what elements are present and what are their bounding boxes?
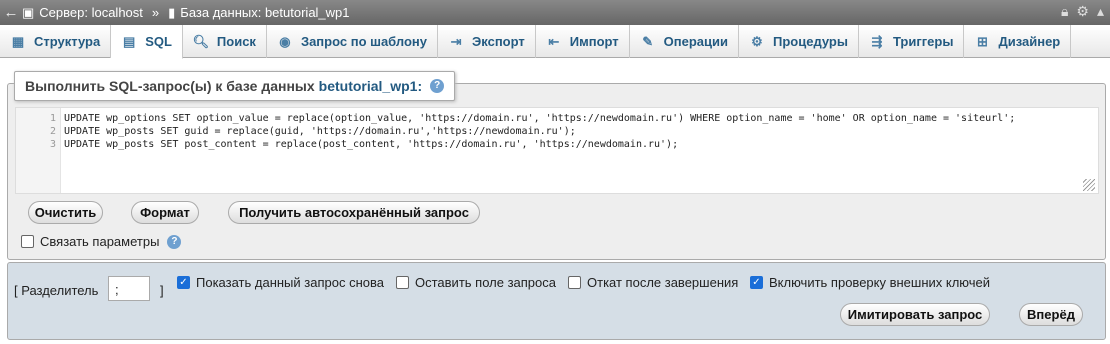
top-breadcrumb-bar: ← ▣ Сервер: localhost » ▮ База данных: b… (0, 0, 1110, 25)
server-icon: ▣ (22, 4, 35, 20)
resize-handle[interactable] (1083, 179, 1095, 191)
sql-icon: ▤ (123, 33, 136, 49)
tab-label: Структура (34, 34, 101, 49)
option-foreign-keys[interactable]: ✓ Включить проверку внешних ключей (750, 275, 990, 290)
tab-label: Импорт (569, 34, 619, 49)
tab-label: Триггеры (892, 34, 954, 49)
query-icon: ◉ (279, 33, 291, 49)
tab-structure[interactable]: ▦ Структура (0, 25, 112, 58)
back-arrow-icon[interactable]: ← (0, 4, 22, 21)
delimiter-label-close: ] (160, 283, 164, 298)
checkbox[interactable] (568, 276, 581, 289)
breadcrumb-database[interactable]: База данных: betutorial_wp1 (180, 5, 349, 20)
tab-label: Операции (663, 34, 728, 49)
delimiter-input[interactable]: ; (108, 276, 150, 301)
line-number-gutter: 1 2 3 (16, 108, 61, 193)
tab-label: Экспорт (472, 34, 525, 49)
tab-search[interactable]: 🔍︎ Поиск (183, 25, 267, 58)
code-line: UPDATE wp_posts SET guid = replace(guid,… (64, 126, 576, 137)
tab-label: Поиск (216, 34, 256, 49)
checkbox[interactable] (21, 235, 34, 248)
option-show-query[interactable]: ✓ Показать данный запрос снова (177, 275, 384, 290)
autosave-button[interactable]: Получить автосохранённый запрос (228, 201, 480, 224)
checkbox-label: Показать данный запрос снова (196, 275, 384, 290)
checkbox-label: Откат после завершения (587, 275, 739, 290)
export-icon: ⇥ (450, 33, 462, 49)
triggers-icon: ⇶ (871, 33, 883, 49)
breadcrumb: ▣ Сервер: localhost » ▮ База данных: bet… (22, 5, 350, 21)
checkbox-label: Связать параметры (40, 234, 160, 249)
tab-designer[interactable]: ⊞ Дизайнер (964, 25, 1072, 58)
tab-sql[interactable]: ▤ SQL (111, 25, 183, 59)
tab-label: Запрос по шаблону (300, 34, 428, 49)
option-rollback[interactable]: Откат после завершения (568, 275, 738, 290)
delimiter-label: [ Разделитель (14, 283, 99, 298)
tab-routines[interactable]: ⚙ Процедуры (739, 25, 859, 58)
lock-icon[interactable]: 🔒︎ (1061, 3, 1068, 20)
sql-editor[interactable]: 1 2 3 UPDATE wp_options SET option_value… (15, 107, 1099, 194)
help-icon[interactable]: ? (167, 234, 182, 249)
help-icon[interactable]: ? (430, 79, 445, 93)
checkbox-checked[interactable]: ✓ (750, 276, 763, 289)
wrench-icon: ✎ (642, 33, 654, 49)
breadcrumb-separator: » (151, 5, 160, 20)
options-bar (7, 262, 1106, 340)
tab-query[interactable]: ◉ Запрос по шаблону (267, 25, 439, 58)
designer-icon: ⊞ (977, 33, 988, 49)
tab-export[interactable]: ⇥ Экспорт (438, 25, 536, 58)
tab-label: Дизайнер (998, 34, 1061, 49)
tab-operations[interactable]: ✎ Операции (630, 25, 739, 58)
breadcrumb-server[interactable]: Сервер: localhost (39, 5, 143, 20)
checkbox-label: Оставить поле запроса (415, 275, 556, 290)
checkbox-label: Включить проверку внешних ключей (769, 275, 991, 290)
bind-params-checkbox[interactable]: Связать параметры ? (21, 234, 182, 249)
line-number: 1 (49, 113, 56, 124)
search-icon: 🔍︎ (192, 33, 210, 49)
main-tabs: ▦ Структура ▤ SQL 🔍︎ Поиск ◉ Запрос по шабло… (0, 25, 1110, 59)
legend-database: betutorial_wp1: (318, 78, 423, 94)
code-line: UPDATE wp_options SET option_value = rep… (64, 113, 1016, 124)
legend-text: Выполнить SQL-запрос(ы) к базе данных (25, 78, 315, 94)
tab-label: SQL (145, 34, 172, 49)
structure-icon: ▦ (11, 33, 25, 49)
tab-triggers[interactable]: ⇶ Триггеры (859, 25, 965, 58)
collapse-icon[interactable]: ▴ (1097, 3, 1104, 20)
tab-label: Процедуры (773, 34, 848, 49)
line-number: 2 (49, 126, 56, 137)
gear-icon[interactable]: ⚙ (1076, 3, 1089, 20)
panel-legend: Выполнить SQL-запрос(ы) к базе данных be… (14, 71, 456, 101)
checkbox-checked[interactable]: ✓ (177, 276, 190, 289)
format-button[interactable]: Формат (131, 201, 199, 224)
code-line: UPDATE wp_posts SET post_content = repla… (64, 139, 679, 150)
option-retain-query[interactable]: Оставить поле запроса (396, 275, 556, 290)
line-number: 3 (49, 139, 56, 150)
routines-icon: ⚙ (751, 33, 763, 49)
checkbox[interactable] (396, 276, 409, 289)
database-icon: ▮ (168, 4, 176, 20)
clear-button[interactable]: Очистить (28, 201, 103, 224)
tab-import[interactable]: ⇤ Импорт (536, 25, 630, 58)
import-icon: ⇤ (548, 33, 560, 49)
go-button[interactable]: Вперёд (1019, 303, 1083, 326)
simulate-query-button[interactable]: Имитировать запрос (840, 303, 990, 326)
